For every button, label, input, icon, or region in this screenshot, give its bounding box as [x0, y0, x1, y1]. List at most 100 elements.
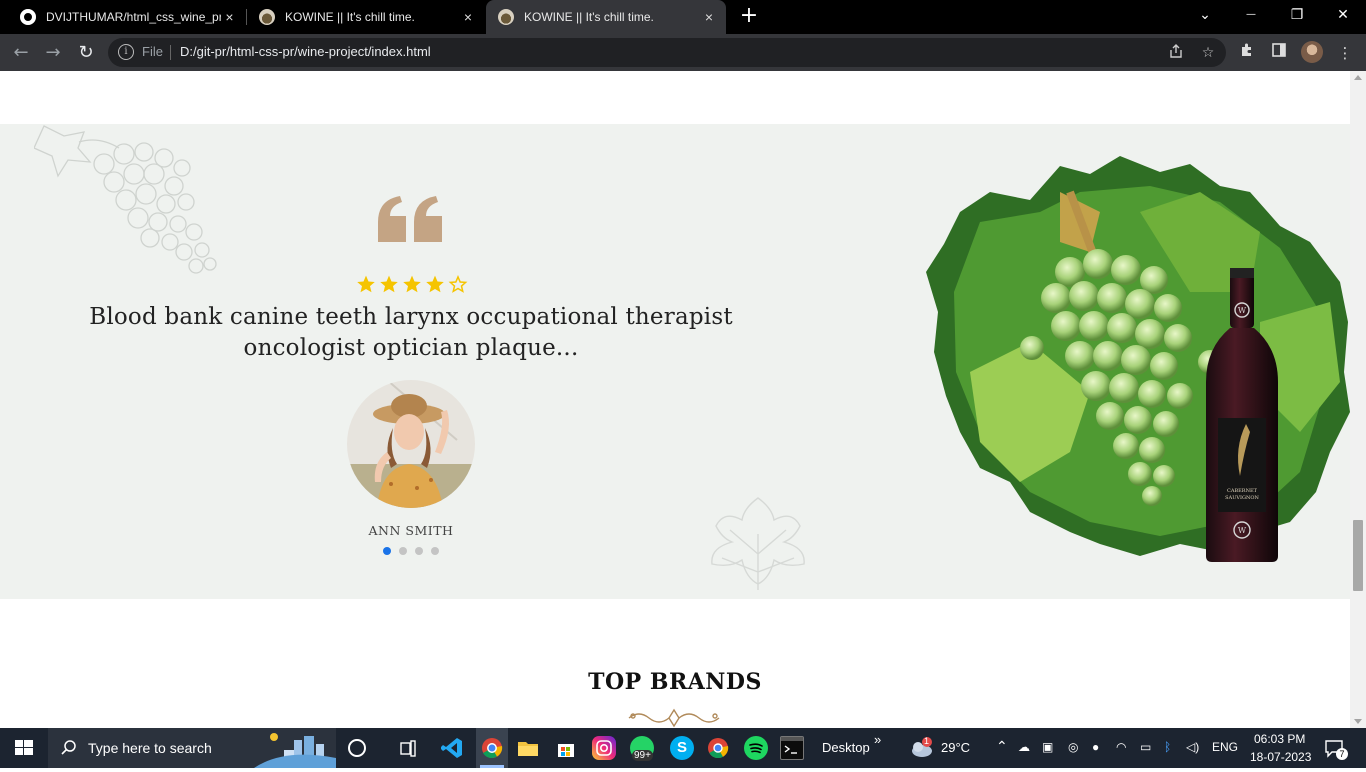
search-placeholder: Type here to search: [88, 740, 212, 756]
star-filled-icon: [403, 275, 421, 293]
carousel-dot[interactable]: [399, 547, 407, 555]
desktop-toolbar-label[interactable]: Desktop: [822, 740, 870, 755]
tab-close-icon[interactable]: ×: [700, 9, 718, 25]
github-icon: [20, 9, 36, 25]
tab-search-button[interactable]: ⌄: [1182, 0, 1228, 30]
bottle-label-line2: SAUVIGNON: [1225, 495, 1259, 501]
terminal-icon[interactable]: [780, 736, 804, 760]
testimonial-section: Blood bank canine teeth larynx occupatio…: [0, 124, 1350, 599]
omnibox-divider: [170, 45, 171, 60]
notification-count: 7: [1336, 748, 1348, 760]
clock-date[interactable]: 18-07-2023: [1250, 750, 1311, 764]
bottle-monogram-bottom: W: [1238, 526, 1247, 535]
extensions-icon[interactable]: [1236, 42, 1258, 64]
tab-title: KOWINE || It's chill time.: [285, 10, 415, 24]
start-button[interactable]: [0, 728, 48, 768]
top-brands-heading: TOP BRANDS: [588, 669, 762, 695]
close-window-button[interactable]: ✕: [1320, 0, 1366, 30]
restore-button[interactable]: ❐: [1274, 0, 1320, 30]
page-viewport: Blood bank canine teeth larynx occupatio…: [0, 71, 1350, 728]
browser-tab-strip: DVIJTHUMAR/html_css_wine_pro × KOWINE ||…: [0, 0, 1366, 34]
grapes-and-bottle-image: W CABERNET SAUVIGNON W: [926, 156, 1350, 562]
notification-center-icon[interactable]: 7: [1322, 736, 1348, 760]
bluetooth-icon[interactable]: ᛒ: [1164, 740, 1171, 754]
show-hidden-icons-icon[interactable]: ⌃: [996, 738, 1008, 755]
address-bar[interactable]: i File D:/git-pr/html-css-pr/wine-projec…: [108, 38, 1226, 67]
microsoft-store-icon[interactable]: [554, 736, 578, 760]
security-icon[interactable]: ●: [1092, 740, 1099, 754]
forward-button[interactable]: →: [41, 41, 65, 65]
file-explorer-icon[interactable]: [516, 736, 540, 760]
quote-icon: [378, 196, 442, 242]
task-view-icon[interactable]: [396, 736, 420, 760]
vscode-icon[interactable]: [440, 736, 464, 760]
profile-avatar[interactable]: [1301, 41, 1323, 63]
heading-ornament-icon: [628, 708, 720, 728]
bottle-label-line1: CABERNET: [1227, 488, 1258, 494]
kowine-favicon-icon: [259, 9, 275, 25]
instagram-icon[interactable]: [592, 736, 616, 760]
star-rating: [356, 274, 468, 294]
scroll-up-arrow-icon[interactable]: [1354, 75, 1362, 80]
scroll-down-arrow-icon[interactable]: [1354, 719, 1362, 724]
volume-icon[interactable]: ◁): [1186, 740, 1199, 754]
tab-close-icon[interactable]: ×: [221, 9, 238, 25]
taskbar-search-box[interactable]: Type here to search: [48, 728, 336, 768]
star-filled-icon: [380, 275, 398, 293]
chrome-profile-icon[interactable]: [706, 736, 730, 760]
review-text: Blood bank canine teeth larynx occupatio…: [89, 304, 733, 361]
toolbar-overflow-icon[interactable]: »: [874, 732, 881, 747]
weather-temperature[interactable]: 29°C: [941, 740, 970, 755]
site-info-icon[interactable]: i: [118, 44, 134, 60]
cortana-icon[interactable]: [348, 739, 366, 757]
whatsapp-badge: 99+: [632, 750, 653, 761]
clock-time[interactable]: 06:03 PM: [1254, 732, 1305, 746]
star-empty-icon: [448, 275, 468, 293]
new-tab-button[interactable]: +: [738, 5, 760, 27]
share-icon[interactable]: [1166, 43, 1186, 63]
reviewer-name: ANN SMITH: [368, 523, 454, 538]
onedrive-icon[interactable]: ☁: [1018, 740, 1030, 754]
minimize-button[interactable]: —: [1228, 0, 1274, 30]
weather-cloud-icon[interactable]: 1: [908, 736, 932, 760]
windows-taskbar: Type here to search 99+ S Desktop » 1 29…: [0, 728, 1366, 768]
browser-toolbar: ← → ↻ i File D:/git-pr/html-css-pr/wine-…: [0, 34, 1366, 71]
reviewer-avatar: [347, 380, 475, 508]
tab-kowine-active[interactable]: KOWINE || It's chill time. ×: [486, 0, 726, 34]
star-filled-icon: [426, 275, 444, 293]
camera-icon[interactable]: ◎: [1068, 740, 1078, 754]
browser-menu-icon[interactable]: ⋮: [1334, 42, 1356, 64]
weather-badge: 1: [924, 736, 930, 746]
carousel-dot[interactable]: [431, 547, 439, 555]
search-icon: [61, 740, 76, 755]
tab-github[interactable]: DVIJTHUMAR/html_css_wine_pro ×: [8, 0, 246, 34]
back-button[interactable]: ←: [9, 41, 33, 65]
skype-icon[interactable]: S: [670, 736, 694, 760]
scrollbar-thumb[interactable]: [1353, 520, 1363, 591]
chrome-taskbar-icon[interactable]: [476, 728, 508, 768]
side-panel-icon[interactable]: [1268, 42, 1290, 64]
carousel-dot-active[interactable]: [383, 547, 391, 555]
vine-leaf-decoration: [711, 497, 805, 590]
bookmark-star-icon[interactable]: ☆: [1198, 43, 1218, 63]
tab-title: DVIJTHUMAR/html_css_wine_pro: [46, 10, 221, 24]
grape-sketch-decoration: [34, 125, 217, 274]
spotify-icon[interactable]: [744, 736, 768, 760]
wifi-icon[interactable]: ◠: [1116, 740, 1126, 754]
whatsapp-icon[interactable]: 99+: [630, 736, 654, 761]
display-icon[interactable]: ▣: [1042, 740, 1053, 754]
battery-icon[interactable]: ▭: [1140, 740, 1151, 754]
tab-title: KOWINE || It's chill time.: [524, 10, 654, 24]
page-scrollbar[interactable]: [1350, 71, 1366, 728]
url-scheme-label: File: [142, 44, 163, 59]
input-language[interactable]: ENG: [1212, 740, 1238, 754]
windows-logo-icon: [15, 740, 33, 755]
star-filled-icon: [357, 275, 375, 293]
search-highlight-illustration: [254, 733, 336, 768]
url-text[interactable]: D:/git-pr/html-css-pr/wine-project/index…: [180, 44, 431, 59]
carousel-dot[interactable]: [415, 547, 423, 555]
reload-button[interactable]: ↻: [74, 41, 98, 65]
carousel-pagination: [383, 547, 439, 555]
tab-kowine-1[interactable]: KOWINE || It's chill time. ×: [247, 0, 485, 34]
tab-close-icon[interactable]: ×: [459, 9, 477, 25]
